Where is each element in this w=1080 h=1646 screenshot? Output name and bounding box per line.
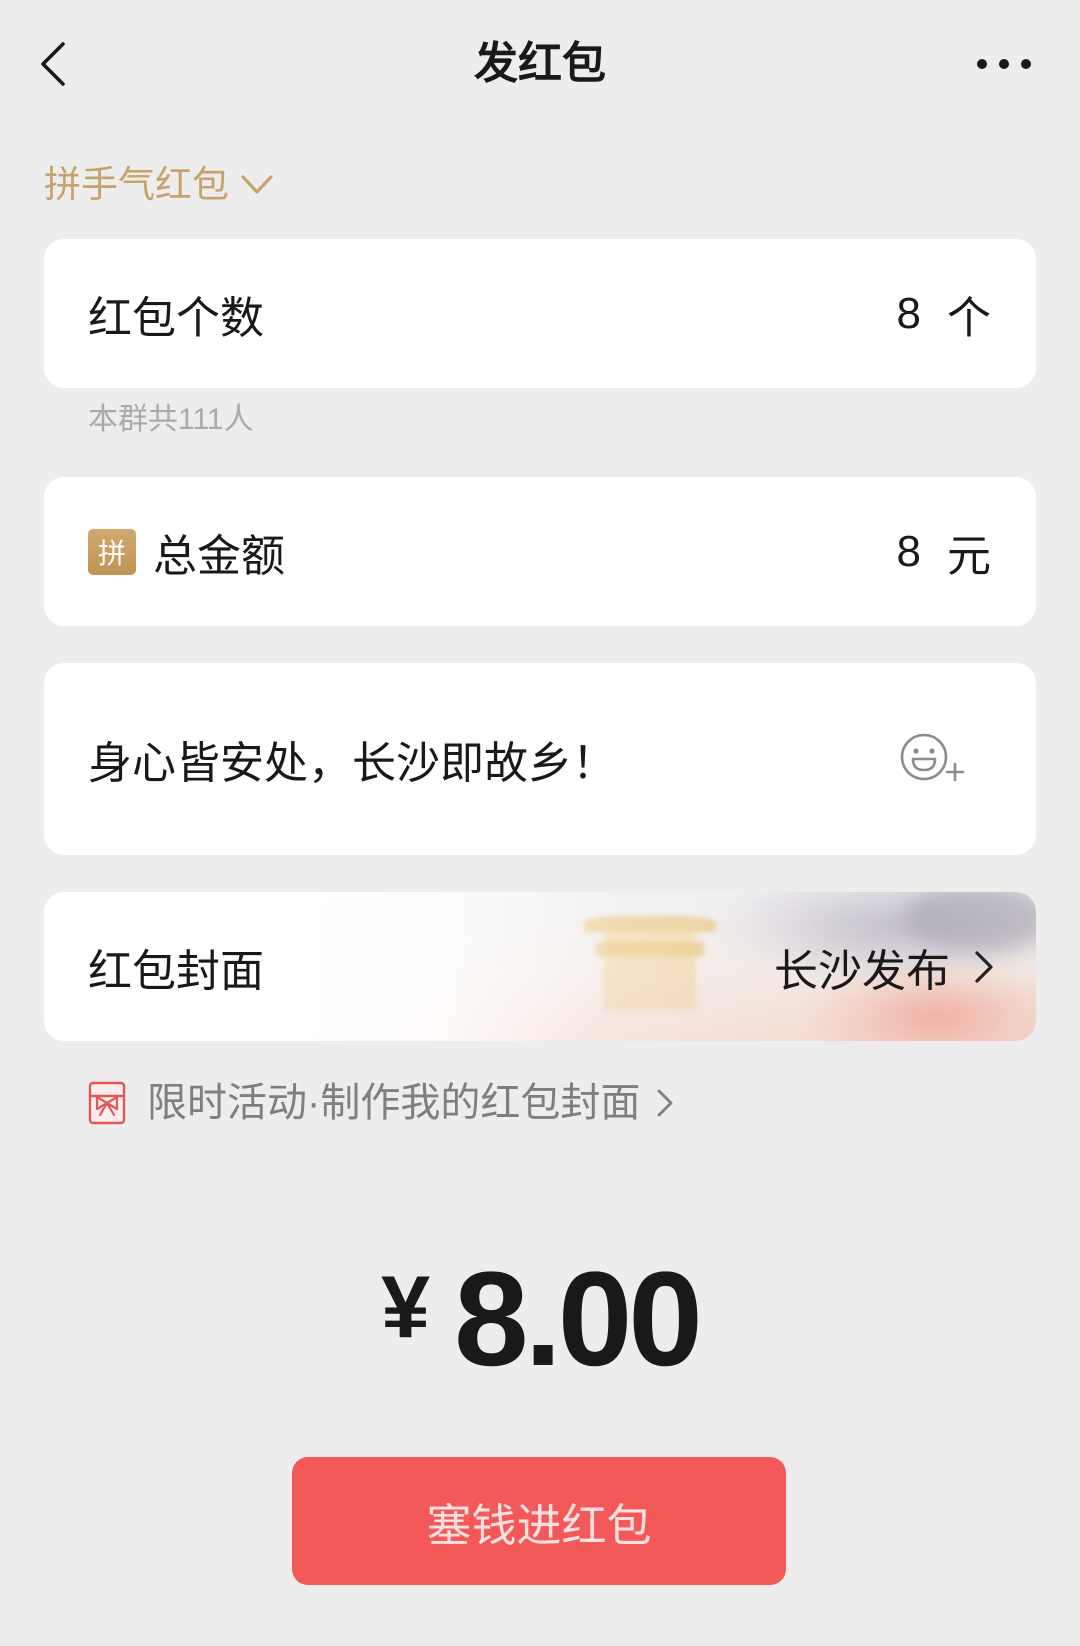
packet-count-unit: 个 — [947, 293, 991, 343]
total-amount-label-group: 拼 总金额 — [88, 477, 285, 626]
chevron-left-icon[interactable] — [40, 41, 66, 87]
chevron-right-icon — [657, 1089, 673, 1117]
packet-count-label: 红包个数 — [88, 293, 264, 343]
total-amount-label: 总金额 — [153, 531, 285, 581]
page-title: 发红包 — [474, 39, 606, 88]
group-member-count: 本群共111人 — [88, 403, 254, 436]
packet-count-card: 红包个数 个 — [44, 239, 1036, 388]
packet-count-input[interactable] — [801, 288, 921, 339]
put-money-button[interactable]: 塞钱进红包 — [292, 1457, 786, 1585]
cover-name: 长沙发布 — [774, 946, 950, 996]
packet-type-selector[interactable]: 拼手气红包 — [44, 160, 273, 210]
total-amount-unit: 元 — [947, 531, 991, 581]
cover-value-group: 长沙发布 — [774, 892, 994, 1041]
currency-symbol: ¥ — [381, 1257, 431, 1356]
total-amount-value-group: 元 — [801, 477, 991, 626]
greeting-message-card — [44, 663, 1036, 855]
more-button[interactable] — [964, 42, 1044, 86]
more-dots-icon[interactable] — [976, 58, 1032, 70]
cover-label: 红包封面 — [88, 946, 264, 996]
total-amount-input[interactable] — [801, 526, 921, 577]
promo-text: 限时活动·制作我的红包封面 — [147, 1081, 641, 1125]
make-cover-promo-link[interactable]: 限时活动·制作我的红包封面 — [88, 1078, 674, 1128]
total-amount-value: 8.00 — [454, 1245, 703, 1394]
greeting-message-input[interactable] — [88, 663, 848, 855]
chevron-down-icon — [241, 175, 273, 194]
packet-count-value-group: 个 — [801, 239, 991, 388]
cover-selector-row[interactable]: 红包封面 长沙发布 — [44, 892, 1036, 1041]
packet-type-label: 拼手气红包 — [44, 164, 229, 205]
back-button[interactable] — [25, 36, 81, 92]
total-amount-card: 拼 总金额 元 — [44, 477, 1036, 626]
emoji-add-icon[interactable] — [899, 730, 971, 786]
red-packet-gift-icon — [88, 1081, 126, 1125]
chevron-right-icon — [975, 950, 993, 983]
total-amount-display: ¥ 8.00 — [0, 1253, 1080, 1387]
send-red-packet-screen: 发红包 拼手气红包 红包个数 个 本群共111人 拼 总金额 元 — [0, 0, 1080, 1646]
lucky-badge: 拼 — [88, 528, 136, 575]
